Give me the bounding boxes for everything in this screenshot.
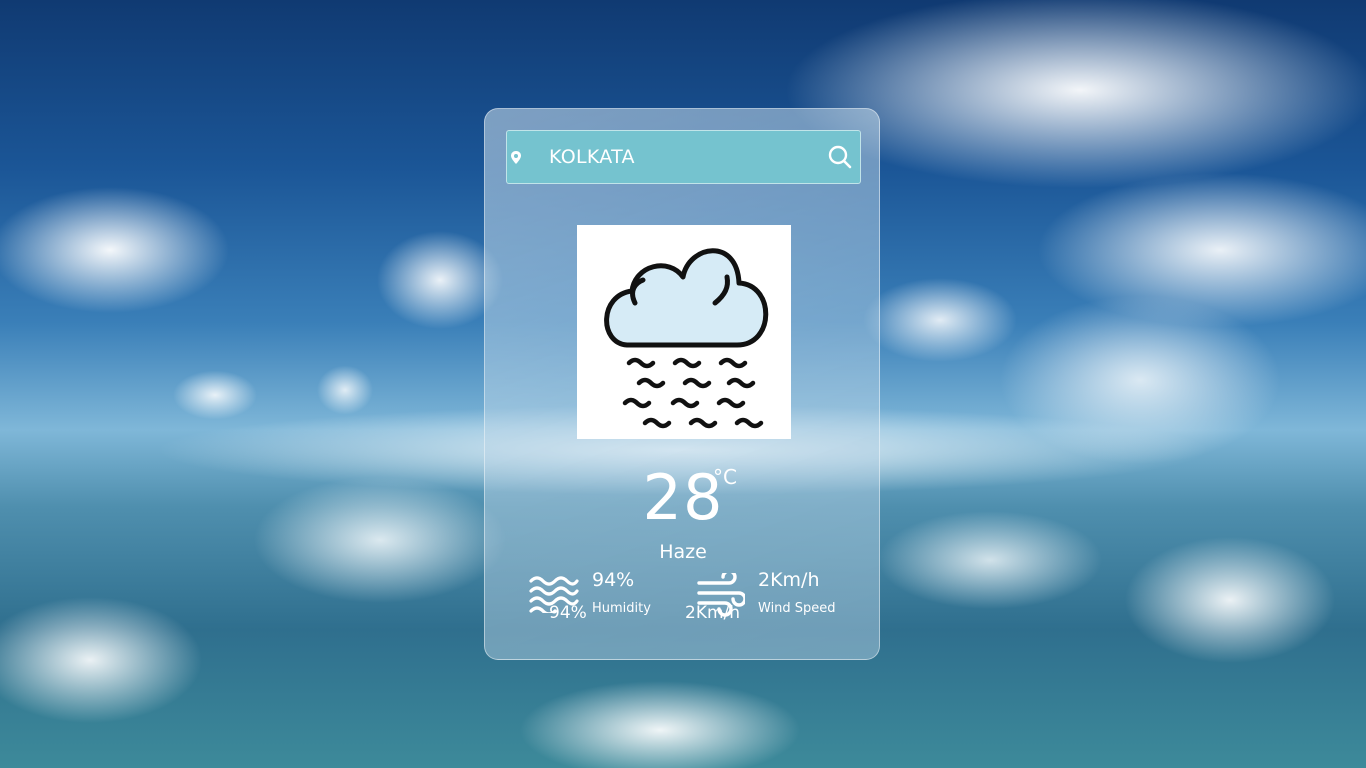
- weather-condition: Haze: [659, 541, 707, 563]
- humidity-label: Humidity: [592, 601, 651, 616]
- wind-label: Wind Speed: [758, 601, 836, 616]
- weather-condition-image: [577, 225, 791, 439]
- haze-cloud-icon: [604, 248, 769, 429]
- humidity-fallback-text: 94%: [549, 603, 587, 623]
- weather-card: 28 °C Haze 94% 94% Humidity 2Km/h 2Km/h …: [484, 108, 880, 660]
- wind-fallback-text: 2Km/h: [685, 603, 741, 623]
- location-pin-icon: [511, 151, 521, 164]
- city-search-input[interactable]: [549, 141, 819, 173]
- search-bar: [506, 130, 861, 184]
- temperature-display: 28 °C: [485, 461, 881, 534]
- temperature-value: 28: [642, 461, 724, 534]
- wind-value: 2Km/h: [758, 569, 820, 591]
- search-icon: [828, 145, 852, 169]
- search-button[interactable]: [826, 143, 854, 171]
- temperature-unit: °C: [713, 465, 737, 489]
- humidity-value: 94%: [592, 569, 635, 591]
